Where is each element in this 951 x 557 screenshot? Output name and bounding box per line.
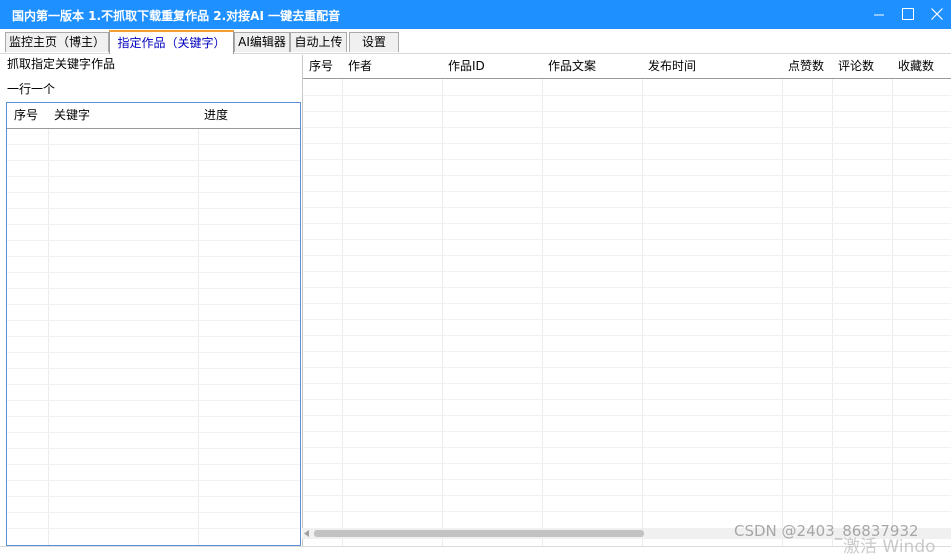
close-button[interactable]	[921, 0, 951, 29]
column-header-author[interactable]: 作者	[348, 55, 372, 78]
tab-auto-upload[interactable]: 自动上传	[290, 32, 347, 52]
tab-strip: 监控主页（博主） 指定作品（关键字） AI编辑器 自动上传 设置	[0, 29, 951, 54]
scrollbar-thumb[interactable]	[314, 530, 644, 537]
column-header-work-id[interactable]: 作品ID	[448, 55, 485, 78]
column-header-favorites[interactable]: 收藏数	[898, 55, 934, 78]
minimize-icon	[874, 14, 884, 16]
keyword-list-header: 序号 关键字 进度	[7, 103, 300, 129]
works-table-header: 序号 作者 作品ID 作品文案 发布时间 点赞数 评论数 收藏数	[303, 55, 951, 79]
bottom-divider	[0, 546, 951, 547]
works-table-grid	[303, 55, 951, 546]
maximize-icon	[902, 8, 914, 20]
column-header-index[interactable]: 序号	[14, 103, 38, 128]
works-table[interactable]: 序号 作者 作品ID 作品文案 发布时间 点赞数 评论数 收藏数	[302, 55, 951, 546]
keyword-list[interactable]: 序号 关键字 进度	[6, 102, 301, 546]
column-header-work-caption[interactable]: 作品文案	[548, 55, 596, 78]
column-header-publish-time[interactable]: 发布时间	[648, 55, 696, 78]
tab-settings[interactable]: 设置	[349, 32, 399, 52]
activate-windows-watermark: 激活 Windo	[843, 537, 936, 557]
window-title: 国内第一版本 1.不抓取下载重复作品 2.对接AI 一键去重配音	[12, 9, 341, 23]
column-header-comments[interactable]: 评论数	[838, 55, 874, 78]
maximize-button[interactable]	[892, 0, 924, 29]
scroll-left-arrow-icon[interactable]	[304, 530, 310, 537]
tab-ai-editor[interactable]: AI编辑器	[234, 32, 290, 52]
tab-monitor-home[interactable]: 监控主页（博主）	[5, 32, 109, 52]
column-header-keyword[interactable]: 关键字	[54, 103, 90, 128]
close-icon	[931, 8, 943, 20]
column-header-likes[interactable]: 点赞数	[788, 55, 824, 78]
column-header-progress[interactable]: 进度	[204, 103, 228, 128]
keyword-list-grid	[7, 103, 300, 545]
column-header-index[interactable]: 序号	[309, 55, 333, 78]
keyword-hint: 一行一个	[7, 82, 56, 96]
minimize-button[interactable]	[863, 0, 895, 29]
title-bar: 国内第一版本 1.不抓取下载重复作品 2.对接AI 一键去重配音	[0, 0, 951, 29]
tab-keyword-works[interactable]: 指定作品（关键字）	[109, 30, 234, 54]
keyword-heading: 抓取指定关键字作品	[7, 57, 116, 71]
